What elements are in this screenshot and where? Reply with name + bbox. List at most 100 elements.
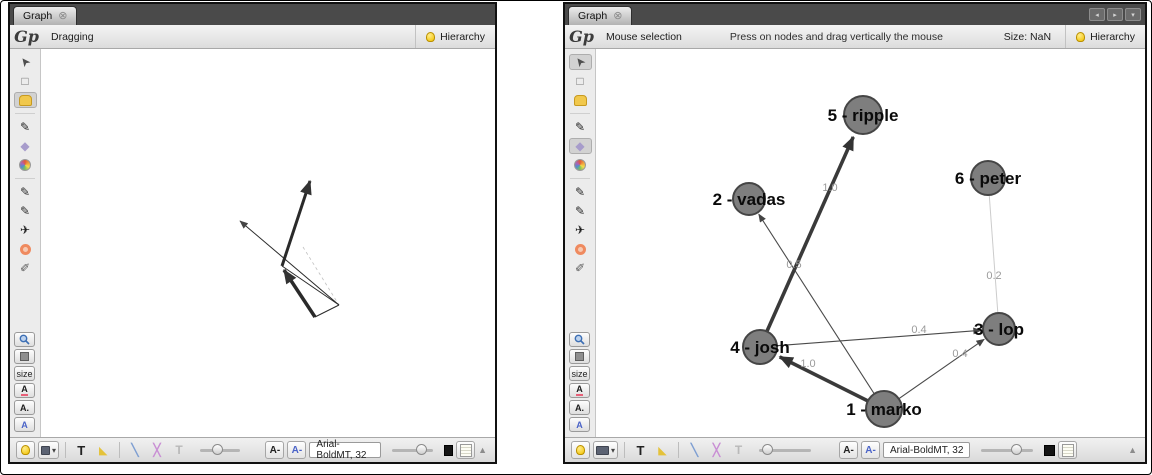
attributes-button[interactable] [456, 441, 475, 459]
select-arrow-icon: ➤ [572, 54, 588, 69]
edge-peter-lop[interactable] [988, 178, 998, 313]
slider-knob[interactable] [762, 444, 773, 455]
edit-query-tool[interactable]: ✐ [14, 260, 37, 276]
show-edge-labels-button[interactable]: T [170, 441, 189, 459]
edge-color-icon[interactable]: ╳ [148, 441, 167, 459]
show-edges-button[interactable]: ◣ [94, 441, 113, 459]
reset-sizes-button[interactable]: size [569, 366, 590, 381]
label-scale-slider[interactable] [981, 449, 1033, 452]
graph-canvas[interactable]: 0.20.40.40.51.01.05 - ripple2 - vadas6 -… [596, 49, 1145, 437]
lightbulb-icon [21, 445, 30, 455]
brush-colorwheel-tool[interactable] [569, 157, 592, 173]
tab-menu-button[interactable]: ▾ [1125, 8, 1141, 21]
tab-graph[interactable]: Graph ⊗ [568, 6, 632, 25]
font-field[interactable]: Arial-BoldMT, 32 [309, 442, 381, 458]
notes-icon [460, 444, 472, 457]
center-on-graph-button[interactable] [569, 332, 590, 347]
show-edges-button[interactable]: ◣ [653, 441, 672, 459]
edge-font-button[interactable]: A- [287, 441, 306, 459]
sizer-diamond-tool[interactable]: ◆ [14, 138, 37, 154]
select-arrow-tool[interactable]: ➤ [14, 54, 37, 70]
reset-label-visibility-button[interactable]: A [14, 417, 35, 432]
reset-label-sizes-button[interactable]: A. [569, 400, 590, 415]
tab-graph-label: Graph [23, 10, 52, 22]
edge-pencil-tool[interactable]: ✎ [569, 203, 592, 219]
label-scale-slider[interactable] [392, 449, 433, 452]
sketch-edge [282, 266, 339, 305]
node-pencil-icon: ✎ [20, 186, 30, 198]
brush-colorwheel-icon [574, 159, 586, 171]
heatmap-tool[interactable] [569, 241, 592, 257]
node-font-button[interactable]: A- [839, 441, 858, 459]
show-edge-labels-button[interactable]: T [729, 441, 748, 459]
heatmap-icon [575, 244, 586, 255]
painter-pencil-tool[interactable]: ✎ [569, 119, 592, 135]
edge-pencil-tool[interactable]: ✎ [14, 203, 37, 219]
tab-close-icon[interactable]: ⊗ [613, 11, 622, 22]
node-pencil-tool[interactable]: ✎ [569, 184, 592, 200]
collapse-toolbar-icon[interactable]: ▲ [478, 445, 489, 455]
tab-scroll-right-button[interactable]: ▸ [1107, 8, 1123, 21]
hierarchy-toggle[interactable]: Hierarchy [1065, 25, 1145, 48]
screenshot-button[interactable]: ▾ [593, 441, 618, 459]
tab-graph[interactable]: Graph ⊗ [13, 6, 77, 25]
node-font-button[interactable]: A- [265, 441, 284, 459]
font-field[interactable]: Arial-BoldMT, 32 [883, 442, 970, 458]
edge-weight-icon[interactable]: ╲ [126, 441, 145, 459]
rect-selection-tool[interactable]: □ [569, 73, 592, 89]
background-color-button[interactable] [569, 349, 590, 364]
label-visible-a-icon: A [576, 420, 583, 430]
heatmap-tool[interactable] [14, 241, 37, 257]
reset-label-colors-button[interactable]: A [14, 383, 35, 398]
edge-josh-ripple[interactable] [760, 137, 853, 347]
edge-scale-slider[interactable] [200, 449, 241, 452]
drag-hand-tool[interactable] [569, 92, 592, 108]
edge-weight-label: 0.4 [911, 324, 926, 336]
show-node-labels-button[interactable]: T [72, 441, 91, 459]
toolbar-separator [570, 113, 590, 114]
edge-scale-slider[interactable] [759, 449, 811, 452]
edge-color-icon[interactable]: ╳ [707, 441, 726, 459]
center-on-graph-button[interactable] [14, 332, 35, 347]
background-lightbulb-button[interactable] [571, 441, 590, 459]
background-lightbulb-button[interactable] [16, 441, 35, 459]
rect-selection-tool[interactable]: □ [14, 73, 37, 89]
sizer-diamond-tool[interactable]: ◆ [569, 138, 592, 154]
node-graph: 0.20.40.40.51.01.05 - ripple2 - vadas6 -… [596, 49, 1145, 437]
label-color-swatch[interactable] [444, 445, 453, 456]
reset-label-sizes-button[interactable]: A. [14, 400, 35, 415]
shortest-path-plane-tool[interactable]: ✈ [14, 222, 37, 238]
attributes-button[interactable] [1058, 441, 1077, 459]
painter-pencil-tool[interactable]: ✎ [14, 119, 37, 135]
reset-label-visibility-button[interactable]: A [569, 417, 590, 432]
select-arrow-tool[interactable]: ➤ [569, 54, 592, 70]
tab-close-icon[interactable]: ⊗ [58, 11, 67, 22]
collapse-toolbar-icon[interactable]: ▲ [1128, 445, 1139, 455]
shortest-path-plane-tool[interactable]: ✈ [569, 222, 592, 238]
hierarchy-toggle[interactable]: Hierarchy [415, 25, 495, 48]
slider-knob[interactable] [212, 444, 223, 455]
drag-hand-icon [19, 95, 32, 106]
slider-knob[interactable] [416, 444, 427, 455]
slider-knob[interactable] [1011, 444, 1022, 455]
tab-scroll-left-button[interactable]: ◂ [1089, 8, 1105, 21]
graph-canvas[interactable] [41, 49, 495, 437]
screenshot-button[interactable]: ▾ [38, 441, 59, 459]
reset-sizes-button[interactable]: size [14, 366, 35, 381]
sketch-edge [282, 181, 310, 266]
edge-weight-icon[interactable]: ╲ [685, 441, 704, 459]
node-pencil-tool[interactable]: ✎ [14, 184, 37, 200]
reset-label-colors-button[interactable]: A [569, 383, 590, 398]
drag-hand-icon [574, 95, 587, 106]
drag-hand-tool[interactable] [14, 92, 37, 108]
toolbar-separator [570, 178, 590, 179]
tab-bar: Graph ⊗ [10, 4, 495, 25]
show-node-labels-button[interactable]: T [631, 441, 650, 459]
label-color-swatch[interactable] [1044, 445, 1055, 456]
edge-josh-lop[interactable] [760, 330, 981, 347]
edit-query-tool[interactable]: ✐ [569, 260, 592, 276]
edge-font-button[interactable]: A- [861, 441, 880, 459]
brush-colorwheel-tool[interactable] [14, 157, 37, 173]
background-color-button[interactable] [14, 349, 35, 364]
square-swatch-icon [575, 352, 584, 361]
